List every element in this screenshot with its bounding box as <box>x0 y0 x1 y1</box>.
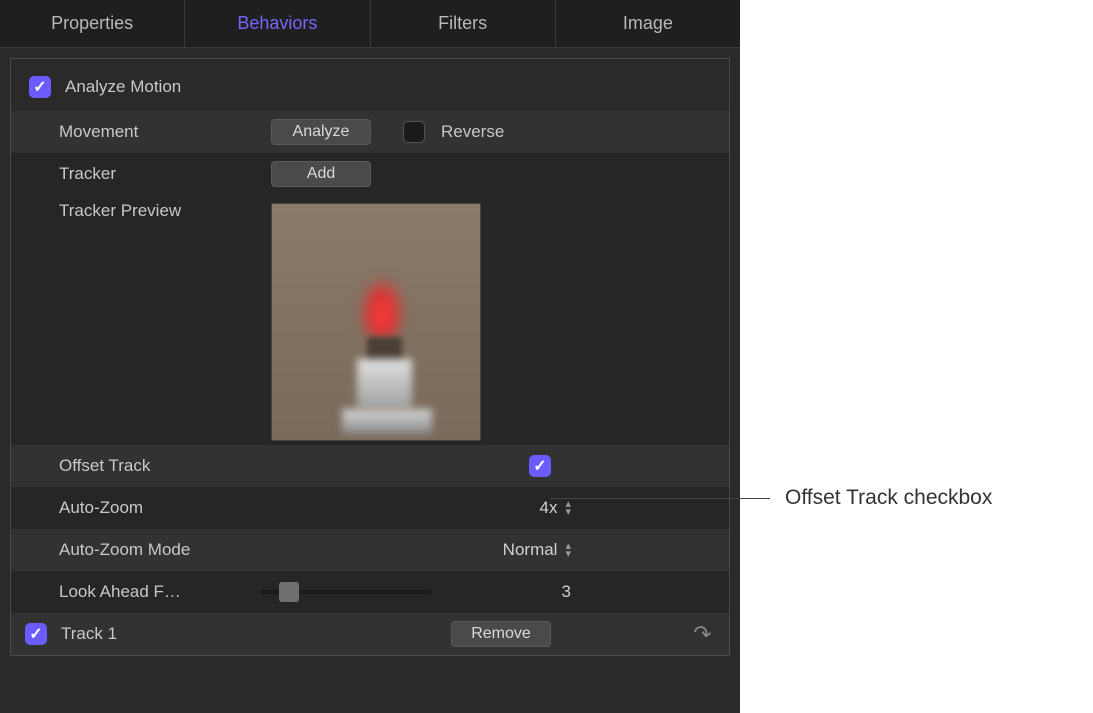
callout-label: Offset Track checkbox <box>785 486 992 510</box>
row-auto-zoom: Auto-Zoom 4x ▴▾ <box>11 487 729 529</box>
look-ahead-value: 3 <box>562 582 571 602</box>
auto-zoom-value-group[interactable]: 4x ▴▾ <box>451 498 571 518</box>
callout-line <box>550 498 770 499</box>
auto-zoom-mode-value: Normal <box>503 540 558 560</box>
row-movement: Movement Analyze Reverse <box>11 111 729 153</box>
reverse-checkbox[interactable] <box>403 121 425 143</box>
tracker-preview-image <box>271 203 481 441</box>
remove-track-button[interactable]: Remove <box>451 621 551 647</box>
row-track1: Track 1 Remove ↶ <box>11 613 729 655</box>
inspector-tabs: Properties Behaviors Filters Image <box>0 0 740 48</box>
auto-zoom-value: 4x <box>540 498 558 518</box>
analyze-motion-checkbox[interactable] <box>29 76 51 98</box>
auto-zoom-mode-stepper-icon[interactable]: ▴▾ <box>565 542 571 558</box>
row-tracker-preview: Tracker Preview <box>11 195 729 445</box>
auto-zoom-mode-label: Auto-Zoom Mode <box>29 540 209 560</box>
auto-zoom-stepper-icon[interactable]: ▴▾ <box>565 500 571 516</box>
add-tracker-button[interactable]: Add <box>271 161 371 187</box>
row-auto-zoom-mode: Auto-Zoom Mode Normal ▴▾ <box>11 529 729 571</box>
tracker-label: Tracker <box>29 164 209 184</box>
section-title: Analyze Motion <box>65 77 181 97</box>
tracker-preview-label: Tracker Preview <box>29 201 209 221</box>
tab-image[interactable]: Image <box>556 0 740 47</box>
look-ahead-label: Look Ahead Fra… <box>29 582 184 602</box>
offset-track-label: Offset Track <box>29 456 209 476</box>
track1-label: Track 1 <box>61 624 117 644</box>
offset-track-checkbox[interactable] <box>529 455 551 477</box>
reset-icon[interactable]: ↶ <box>691 620 713 648</box>
auto-zoom-label: Auto-Zoom <box>29 498 209 518</box>
movement-label: Movement <box>29 122 209 142</box>
inspector-body: Analyze Motion Movement Analyze Reverse … <box>10 58 730 656</box>
auto-zoom-mode-value-group[interactable]: Normal ▴▾ <box>451 540 571 560</box>
tab-properties[interactable]: Properties <box>0 0 185 47</box>
row-tracker: Tracker Add <box>11 153 729 195</box>
reverse-label: Reverse <box>441 122 504 142</box>
look-ahead-slider-thumb[interactable] <box>279 582 299 602</box>
row-offset-track: Offset Track <box>11 445 729 487</box>
track1-checkbox[interactable] <box>25 623 47 645</box>
tab-behaviors[interactable]: Behaviors <box>185 0 370 47</box>
inspector-panel: Properties Behaviors Filters Image Analy… <box>0 0 740 656</box>
analyze-button[interactable]: Analyze <box>271 119 371 145</box>
tab-filters[interactable]: Filters <box>371 0 556 47</box>
section-header-analyze-motion: Analyze Motion <box>11 69 729 111</box>
look-ahead-value-group[interactable]: 3 <box>451 582 571 602</box>
row-look-ahead: Look Ahead Fra… 3 <box>11 571 729 613</box>
